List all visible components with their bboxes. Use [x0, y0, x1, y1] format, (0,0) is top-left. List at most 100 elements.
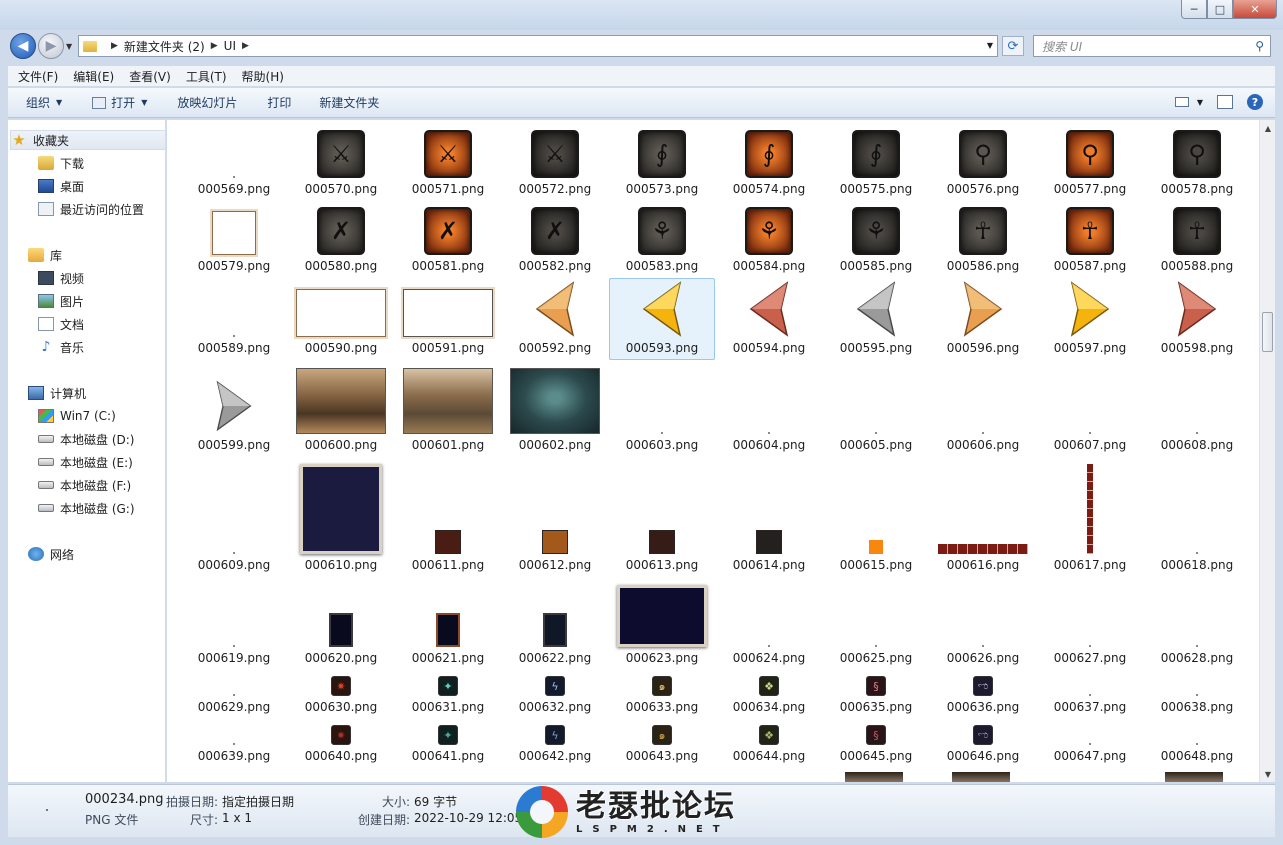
file-item[interactable]: 000599.png	[182, 376, 286, 452]
file-item[interactable]: 000591.png	[396, 279, 500, 355]
file-item[interactable]: 000598.png	[1145, 279, 1249, 355]
sidebar-item-drive-e[interactable]: 本地磁盘 (E:)	[38, 452, 133, 472]
file-item[interactable]: 000597.png	[1038, 279, 1142, 355]
file-item[interactable]: ☥ 000587.png	[1038, 203, 1142, 273]
file-item[interactable]: 000637.png	[1038, 672, 1142, 714]
file-item[interactable]: 000594.png	[717, 279, 821, 355]
file-item[interactable]: 000628.png	[1145, 580, 1249, 665]
sidebar-item-videos[interactable]: 视频	[38, 268, 84, 288]
file-item[interactable]: ✦ 000641.png	[396, 721, 500, 763]
date-taken-value[interactable]: 指定拍摄日期	[222, 793, 294, 810]
file-item[interactable]: ϟ 000632.png	[503, 672, 607, 714]
sidebar-item-documents[interactable]: 文档	[38, 314, 84, 334]
change-view-button[interactable]: ▼	[1174, 97, 1203, 107]
file-item[interactable]: ✗ 000581.png	[396, 203, 500, 273]
back-button[interactable]: ◀	[10, 33, 36, 59]
file-item[interactable]: ಌ 000646.png	[931, 721, 1035, 763]
print-button[interactable]: 打印	[267, 94, 291, 111]
file-item[interactable]: 000629.png	[182, 672, 286, 714]
file-item[interactable]: 000595.png	[824, 279, 928, 355]
file-item[interactable]: 000622.png	[503, 580, 607, 665]
organize-button[interactable]: 组织 ▼	[26, 94, 62, 111]
file-item[interactable]: ✷ 000640.png	[289, 721, 393, 763]
file-list[interactable]: 000569.png ⚔ 000570.png ⚔ 000571.png ⚔ 0…	[167, 120, 1259, 782]
file-item[interactable]: 000617.png	[1038, 462, 1142, 572]
file-item[interactable]: 000611.png	[396, 462, 500, 572]
file-item[interactable]: ⚘ 000583.png	[610, 203, 714, 273]
file-item[interactable]: ☥ 000586.png	[931, 203, 1035, 273]
sidebar-item-libraries[interactable]: 库	[28, 245, 62, 265]
maximize-button[interactable]: □	[1207, 0, 1233, 19]
refresh-button[interactable]: ⟳	[1002, 36, 1024, 56]
file-item[interactable]: ๑ 000643.png	[610, 721, 714, 763]
scrollbar-thumb[interactable]	[1262, 312, 1273, 352]
file-item[interactable]: 000619.png	[182, 580, 286, 665]
sidebar-item-drive-f[interactable]: 本地磁盘 (F:)	[38, 475, 131, 495]
file-item[interactable]: ∮ 000573.png	[610, 126, 714, 196]
file-item[interactable]: 000648.png	[1145, 721, 1249, 763]
breadcrumb-folder[interactable]: 新建文件夹 (2)	[124, 38, 205, 55]
menu-view[interactable]: 查看(V)	[129, 68, 171, 85]
sidebar-item-drive-d[interactable]: 本地磁盘 (D:)	[38, 429, 134, 449]
file-item[interactable]: 000603.png	[610, 376, 714, 452]
slideshow-button[interactable]: 放映幻灯片	[177, 94, 237, 111]
file-item[interactable]: 000627.png	[1038, 580, 1142, 665]
file-item[interactable]: 000624.png	[717, 580, 821, 665]
recent-pages-dropdown[interactable]: ▼	[66, 42, 72, 51]
file-item[interactable]: 000592.png	[503, 279, 607, 355]
menu-file[interactable]: 文件(F)	[18, 68, 58, 85]
file-item[interactable]: 000606.png	[931, 376, 1035, 452]
help-icon[interactable]: ?	[1247, 94, 1263, 110]
file-item[interactable]: ∮ 000574.png	[717, 126, 821, 196]
file-item[interactable]: ๑ 000633.png	[610, 672, 714, 714]
file-item[interactable]: 000569.png	[182, 126, 286, 196]
breadcrumb-chevron-icon[interactable]: ▶	[211, 41, 218, 51]
file-item[interactable]: 000616.png	[931, 462, 1035, 572]
search-input[interactable]: 搜索 UI ⚲	[1033, 35, 1271, 57]
file-item[interactable]: § 000645.png	[824, 721, 928, 763]
file-item[interactable]: 000639.png	[182, 721, 286, 763]
file-item[interactable]: ⚔ 000571.png	[396, 126, 500, 196]
sidebar-item-downloads[interactable]: 下载	[38, 153, 84, 173]
breadcrumb-chevron-icon[interactable]: ▶	[111, 41, 118, 51]
file-item[interactable]: ❖ 000644.png	[717, 721, 821, 763]
file-item[interactable]: 000607.png	[1038, 376, 1142, 452]
file-item[interactable]: ⚘ 000584.png	[717, 203, 821, 273]
file-item[interactable]: 000612.png	[503, 462, 607, 572]
file-item[interactable]: 000604.png	[717, 376, 821, 452]
breadcrumb-ui[interactable]: UI	[224, 39, 236, 53]
file-item[interactable]: 000605.png	[824, 376, 928, 452]
file-item[interactable]: 000626.png	[931, 580, 1035, 665]
file-item[interactable]: ⚲ 000576.png	[931, 126, 1035, 196]
scroll-down-arrow-icon[interactable]: ▼	[1260, 766, 1276, 782]
file-item-selected[interactable]: 000593.png	[609, 278, 715, 360]
open-button[interactable]: 打开 ▼	[92, 94, 147, 111]
file-item[interactable]: 000620.png	[289, 580, 393, 665]
file-item[interactable]: ✗ 000580.png	[289, 203, 393, 273]
sidebar-item-recent[interactable]: 最近访问的位置	[38, 199, 144, 219]
file-item[interactable]: ☥ 000588.png	[1145, 203, 1249, 273]
file-item[interactable]: ⚔ 000572.png	[503, 126, 607, 196]
new-folder-button[interactable]: 新建文件夹	[319, 94, 379, 111]
address-dropdown-icon[interactable]: ▼	[987, 41, 993, 50]
minimize-button[interactable]: ─	[1181, 0, 1207, 19]
file-item[interactable]: 000614.png	[717, 462, 821, 572]
sidebar-item-drive-c[interactable]: Win7 (C:)	[38, 406, 116, 426]
menu-edit[interactable]: 编辑(E)	[73, 68, 114, 85]
forward-button[interactable]: ▶	[38, 33, 64, 59]
address-bar[interactable]: ▶ 新建文件夹 (2) ▶ UI ▶ ▼	[78, 35, 998, 57]
file-item[interactable]: 000615.png	[824, 462, 928, 572]
file-item[interactable]: 000590.png	[289, 279, 393, 355]
file-item[interactable]: ❖ 000634.png	[717, 672, 821, 714]
file-item[interactable]: ✷ 000630.png	[289, 672, 393, 714]
breadcrumb-chevron-icon[interactable]: ▶	[242, 41, 249, 51]
file-item[interactable]: 000589.png	[182, 279, 286, 355]
file-item[interactable]: 000618.png	[1145, 462, 1249, 572]
file-item[interactable]: 000638.png	[1145, 672, 1249, 714]
file-item[interactable]: ✦ 000631.png	[396, 672, 500, 714]
file-item[interactable]: 000579.png	[182, 203, 286, 273]
file-item[interactable]: ⚔ 000570.png	[289, 126, 393, 196]
file-item[interactable]: 000602.png	[503, 366, 607, 452]
close-button[interactable]: ✕	[1233, 0, 1277, 19]
vertical-scrollbar[interactable]: ▲ ▼	[1259, 120, 1275, 782]
